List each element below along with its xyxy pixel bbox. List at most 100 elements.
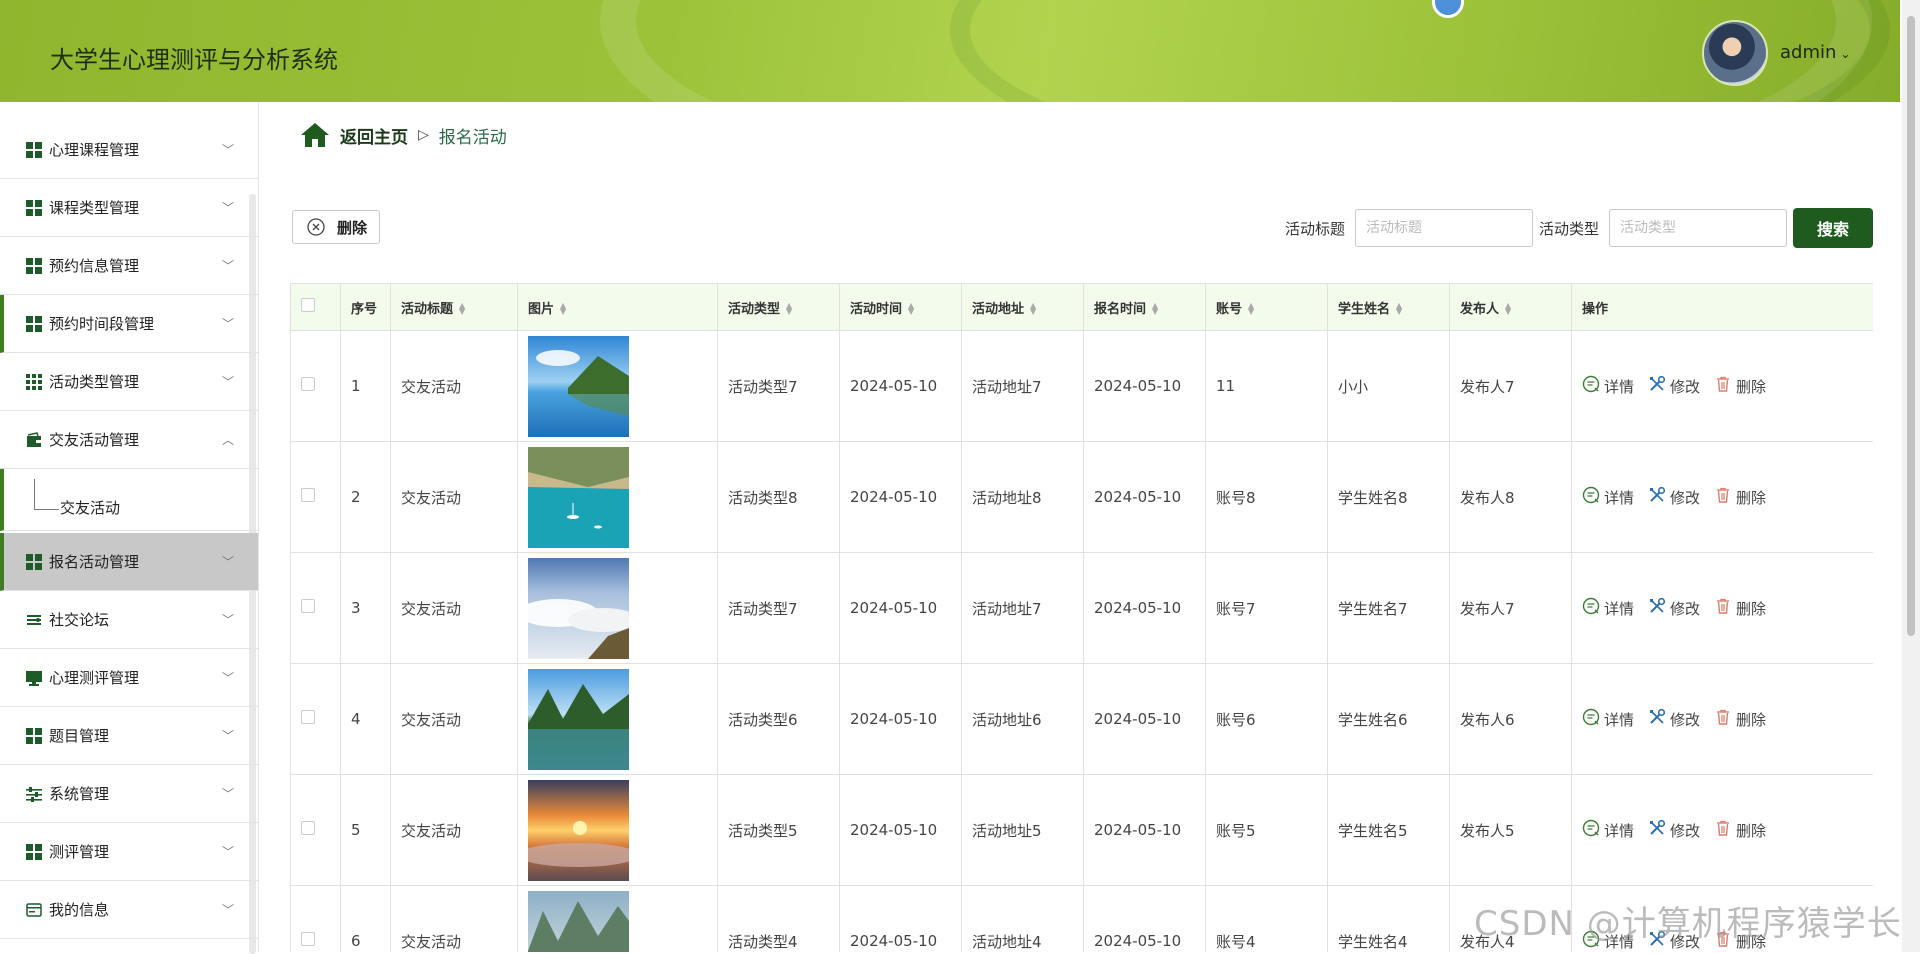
sidebar-item-appointment-info[interactable]: 预约信息管理 ﹀ xyxy=(0,237,258,295)
home-icon[interactable] xyxy=(300,122,330,148)
delete-button[interactable]: 删除 xyxy=(1714,486,1766,508)
sort-icon[interactable]: ▲ ▼ xyxy=(1152,302,1158,316)
activity-thumbnail[interactable] xyxy=(528,446,707,548)
avatar[interactable] xyxy=(1702,20,1768,86)
sidebar-item-signup-activity[interactable]: 报名活动管理 ﹀ xyxy=(0,533,258,591)
edit-button[interactable]: 修改 xyxy=(1648,486,1700,508)
table-row[interactable]: 4 交友活动 活动类型6 2024-05-10 活动地址6 2024-05-10 账号6 学生… xyxy=(290,663,1873,775)
chevron-down-icon[interactable]: ﹀ xyxy=(222,669,234,686)
sort-icon[interactable]: ▲ ▼ xyxy=(1396,302,1402,316)
column-header[interactable]: 学生姓名 ▲ ▼ xyxy=(1327,283,1450,331)
activity-thumbnail[interactable] xyxy=(528,668,707,770)
user-menu[interactable]: admin ⌄ xyxy=(1780,42,1850,63)
search-type-label: 活动类型 xyxy=(1539,220,1600,238)
signup-time-cell: 2024-05-10 xyxy=(1083,552,1206,664)
delete-button[interactable]: 删除 xyxy=(1714,708,1766,730)
header-select-all-cell xyxy=(290,283,341,331)
row-checkbox[interactable] xyxy=(301,932,315,946)
edit-button[interactable]: 修改 xyxy=(1648,708,1700,730)
column-header[interactable]: 活动标题 ▲ ▼ xyxy=(390,283,518,331)
row-checkbox[interactable] xyxy=(301,599,315,613)
edit-button[interactable]: 修改 xyxy=(1648,819,1700,841)
scrollbar-thumb[interactable] xyxy=(1907,16,1915,636)
sort-icon[interactable]: ▲ ▼ xyxy=(1030,302,1036,316)
sidebar-item-social-activity[interactable]: 交友活动管理 ︿ xyxy=(0,411,258,469)
sidebar-item-question[interactable]: 题目管理 ﹀ xyxy=(0,707,258,765)
row-select-cell xyxy=(290,885,341,952)
chevron-down-icon[interactable]: ﹀ xyxy=(222,373,234,390)
sort-icon[interactable]: ▲ ▼ xyxy=(560,302,566,316)
search-button[interactable]: 搜索 xyxy=(1793,208,1873,248)
activity-thumbnail[interactable] xyxy=(528,890,707,952)
table-row[interactable]: 5 交友活动 活动类型5 2024-05-10 活动地址5 2024-05-10 账号5 学生… xyxy=(290,774,1873,886)
detail-button[interactable]: 详情 xyxy=(1582,597,1634,619)
table-row[interactable]: 1 交友活动 活动类型7 2024-05-10 活动地址7 2024-05-10 11 小小发… xyxy=(290,330,1873,442)
chevron-down-icon[interactable]: ﹀ xyxy=(222,141,234,158)
sort-icon[interactable]: ▲ ▼ xyxy=(908,302,914,316)
table-row[interactable]: 2 交友活动 活动类型8 2024-05-10 活动地址8 2024-05-10 账号8 学生… xyxy=(290,441,1873,553)
activity-address-cell: 活动地址7 xyxy=(961,552,1084,664)
chevron-up-icon[interactable]: ︿ xyxy=(222,431,234,448)
chevron-down-icon[interactable]: ﹀ xyxy=(222,785,234,802)
column-header[interactable]: 图片 ▲ ▼ xyxy=(517,283,718,331)
edit-button[interactable]: 修改 xyxy=(1648,597,1700,619)
select-all-checkbox[interactable] xyxy=(301,298,315,312)
column-header[interactable]: 报名时间 ▲ ▼ xyxy=(1083,283,1206,331)
sidebar-subitem-social-activity-sub[interactable]: 交友活动 xyxy=(0,469,258,531)
edit-button[interactable]: 修改 xyxy=(1648,375,1700,397)
chevron-down-icon[interactable]: ﹀ xyxy=(222,553,234,570)
column-header[interactable]: 活动时间 ▲ ▼ xyxy=(839,283,962,331)
row-checkbox[interactable] xyxy=(301,710,315,724)
data-table-container: 序号 活动标题 ▲ ▼ 图片 ▲ ▼ 活动类型 ▲ ▼ 活动时间 ▲ ▼ 活动地址 ▲ ▼ 报名时间 ▲ ▼ 账号 ▲ ▼… xyxy=(290,283,1873,952)
search-title-label: 活动标题 xyxy=(1285,220,1346,238)
chevron-down-icon[interactable]: ﹀ xyxy=(222,843,234,860)
sort-icon[interactable]: ▲ ▼ xyxy=(786,302,792,316)
sort-icon[interactable]: ▲ ▼ xyxy=(459,302,465,316)
chevron-down-icon[interactable]: ﹀ xyxy=(222,727,234,744)
detail-button[interactable]: 详情 xyxy=(1582,486,1634,508)
sidebar-item-activity-type[interactable]: 活动类型管理 ﹀ xyxy=(0,353,258,411)
chevron-down-icon[interactable]: ﹀ xyxy=(222,199,234,216)
chevron-down-icon[interactable]: ﹀ xyxy=(222,611,234,628)
delete-button[interactable]: 删除 xyxy=(1714,819,1766,841)
chevron-down-icon[interactable]: ﹀ xyxy=(222,901,234,918)
detail-icon xyxy=(1582,819,1600,841)
column-header[interactable]: 账号 ▲ ▼ xyxy=(1205,283,1328,331)
detail-button[interactable]: 详情 xyxy=(1582,819,1634,841)
sidebar-item-appointment-slot[interactable]: 预约时间段管理 ﹀ xyxy=(0,295,258,353)
sidebar-item-system[interactable]: 系统管理 ﹀ xyxy=(0,765,258,823)
column-header[interactable]: 活动地址 ▲ ▼ xyxy=(961,283,1084,331)
batch-delete-button[interactable]: 删除 xyxy=(292,210,380,244)
sort-icon[interactable]: ▲ ▼ xyxy=(1505,302,1511,316)
sidebar-item-psych-course[interactable]: 心理课程管理 ﹀ xyxy=(0,121,258,179)
column-header[interactable]: 活动类型 ▲ ▼ xyxy=(717,283,840,331)
column-header-label: 活动标题 xyxy=(401,301,454,317)
batch-delete-label: 删除 xyxy=(337,218,368,237)
search-type-input[interactable] xyxy=(1609,209,1787,247)
delete-button[interactable]: 删除 xyxy=(1714,597,1766,619)
sidebar-item-course-type[interactable]: 课程类型管理 ﹀ xyxy=(0,179,258,237)
sidebar-item-social-forum[interactable]: 社交论坛 ﹀ xyxy=(0,591,258,649)
chevron-down-icon[interactable]: ﹀ xyxy=(222,257,234,274)
row-select-cell xyxy=(290,663,341,775)
chevron-down-icon[interactable]: ﹀ xyxy=(222,315,234,332)
sidebar-item-assessment[interactable]: 测评管理 ﹀ xyxy=(0,823,258,881)
detail-button[interactable]: 详情 xyxy=(1582,708,1634,730)
row-checkbox[interactable] xyxy=(301,377,315,391)
search-title-input[interactable] xyxy=(1355,209,1533,247)
delete-button[interactable]: 删除 xyxy=(1714,375,1766,397)
table-row[interactable]: 3 交友活动 活动类型7 2024-05-10 活动地址7 2024-05-10 账号7 学生… xyxy=(290,552,1873,664)
row-checkbox[interactable] xyxy=(301,488,315,502)
sidebar-item-my-info[interactable]: 我的信息 ﹀ xyxy=(0,881,258,939)
column-header[interactable]: 发布人 ▲ ▼ xyxy=(1449,283,1572,331)
sidebar-item-psych-assessment[interactable]: 心理测评管理 ﹀ xyxy=(0,649,258,707)
detail-button[interactable]: 详情 xyxy=(1582,375,1634,397)
activity-thumbnail[interactable] xyxy=(528,557,707,659)
page-scrollbar[interactable] xyxy=(1902,0,1920,952)
activity-thumbnail[interactable] xyxy=(528,335,707,437)
sort-icon[interactable]: ▲ ▼ xyxy=(1248,302,1254,316)
breadcrumb-home-link[interactable]: 返回主页 xyxy=(340,123,408,148)
student-name-cell: 学生姓名5 xyxy=(1327,774,1450,886)
row-checkbox[interactable] xyxy=(301,821,315,835)
activity-thumbnail[interactable] xyxy=(528,779,707,881)
